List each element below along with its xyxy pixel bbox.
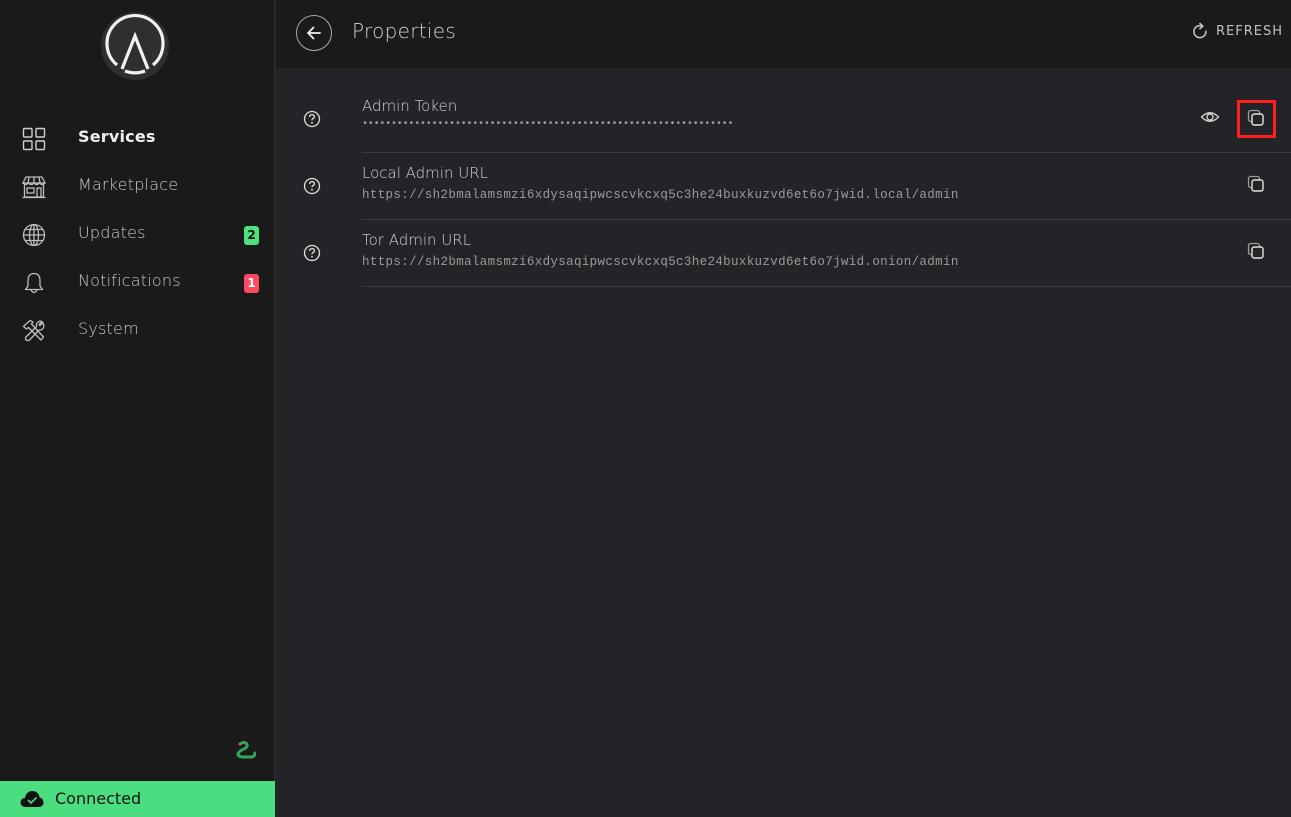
sidebar-item-label: Notifications (78, 271, 181, 290)
copy-icon (1247, 175, 1264, 192)
copy-icon (1247, 109, 1264, 126)
logo-icon (105, 13, 165, 75)
sidebar-item-label: Services (78, 127, 156, 146)
sidebar-item-label: System (78, 319, 139, 338)
copy-button[interactable] (1236, 164, 1276, 204)
property-label: Admin Token (362, 97, 458, 115)
property-value-masked: ••••••••••••••••••••••••••••••••••••••••… (362, 119, 734, 130)
connection-status-text: Connected (55, 789, 142, 808)
sidebar-nav: Services Marketplace Updates 2 Notificat… (0, 114, 275, 354)
cloud-check-icon (20, 791, 44, 807)
page-header: Properties REFRESH (276, 0, 1291, 68)
start9-logo[interactable] (101, 12, 169, 80)
show-value-button[interactable] (1190, 97, 1230, 137)
help-icon[interactable] (302, 243, 322, 263)
sidebar-item-notifications[interactable]: Notifications 1 (0, 258, 275, 306)
copy-button[interactable] (1236, 231, 1276, 271)
refresh-button[interactable]: REFRESH (1192, 22, 1283, 40)
sidebar-item-marketplace[interactable]: Marketplace (0, 162, 275, 210)
storefront-icon (22, 176, 46, 199)
tools-icon (22, 319, 45, 342)
property-row-admin-token: Admin Token ••••••••••••••••••••••••••••… (276, 68, 1291, 153)
globe-icon (22, 223, 46, 247)
sidebar-item-updates[interactable]: Updates 2 (0, 210, 275, 258)
app-root: Services Marketplace Updates 2 Notificat… (0, 0, 1291, 817)
eye-icon (1200, 112, 1220, 122)
sidebar: Services Marketplace Updates 2 Notificat… (0, 0, 275, 817)
help-icon[interactable] (302, 176, 322, 196)
property-value: https://sh2bmalamsmzi6xdysaqipwcscvkcxq5… (362, 188, 959, 202)
property-row-local-admin-url: Local Admin URL https://sh2bmalamsmzi6xd… (276, 135, 1291, 220)
properties-list: Admin Token ••••••••••••••••••••••••••••… (276, 68, 1291, 817)
back-button[interactable] (296, 15, 332, 51)
property-label: Local Admin URL (362, 164, 488, 182)
grid-icon (22, 127, 46, 151)
sidebar-item-label: Marketplace (78, 175, 179, 194)
help-icon[interactable] (302, 109, 322, 129)
refresh-icon (1193, 22, 1207, 39)
notifications-count-badge: 1 (244, 274, 259, 293)
property-label: Tor Admin URL (362, 231, 472, 249)
property-value: https://sh2bmalamsmzi6xdysaqipwcscvkcxq5… (362, 255, 959, 269)
snake-icon[interactable] (234, 741, 256, 759)
arrow-left-icon (307, 26, 321, 40)
property-row-tor-admin-url: Tor Admin URL https://sh2bmalamsmzi6xdys… (276, 202, 1291, 287)
bell-icon (24, 272, 44, 294)
sidebar-item-label: Updates (78, 223, 146, 242)
sidebar-item-system[interactable]: System (0, 306, 275, 354)
copy-icon (1247, 242, 1264, 259)
sidebar-item-services[interactable]: Services (0, 114, 275, 162)
page-title: Properties (352, 19, 457, 43)
property-text: Tor Admin URL https://sh2bmalamsmzi6xdys… (362, 220, 1291, 287)
refresh-label: REFRESH (1216, 23, 1283, 39)
updates-count-badge: 2 (244, 226, 259, 245)
copy-button[interactable] (1237, 100, 1276, 138)
connection-status-bar: Connected (0, 781, 275, 817)
